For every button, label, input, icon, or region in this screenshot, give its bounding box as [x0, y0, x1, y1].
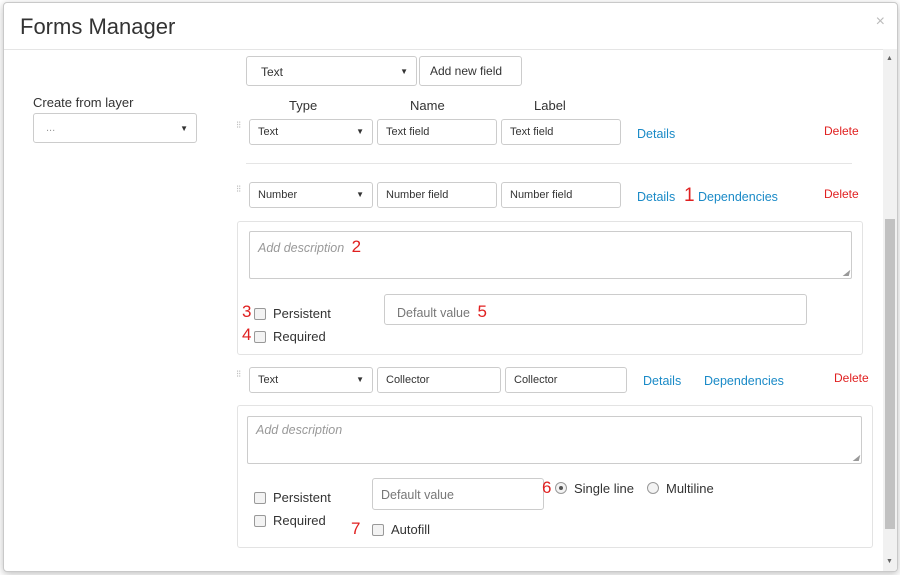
required-checkbox[interactable] — [254, 515, 266, 527]
field-name-input[interactable]: Number field — [377, 182, 497, 208]
chevron-down-icon: ▼ — [356, 190, 364, 199]
create-from-layer-value: ... — [46, 122, 56, 134]
new-field-type-select[interactable]: Text ▼ — [246, 56, 417, 86]
field-type-value: Text — [258, 374, 279, 386]
column-header-type: Type — [289, 98, 318, 113]
drag-handle-icon[interactable]: ⁝⁝ — [236, 121, 241, 137]
marker-7: 7 — [351, 519, 361, 538]
divider — [246, 163, 852, 164]
field-name-input[interactable]: Text field — [377, 119, 497, 145]
marker-6: 6 — [542, 478, 552, 497]
forms-manager-modal: Forms Manager × Create from layer ... ▼ … — [3, 2, 898, 572]
delete-link[interactable]: Delete — [834, 371, 869, 385]
marker-2: 2 — [351, 237, 362, 256]
delete-link[interactable]: Delete — [824, 187, 859, 201]
default-value-placeholder: Default value — [397, 306, 470, 320]
dependencies-link[interactable]: Dependencies — [704, 374, 784, 388]
single-line-label: Single line — [574, 481, 634, 496]
required-label: Required — [273, 513, 326, 528]
modal-header: Forms Manager × — [4, 3, 897, 50]
marker-1: 1 — [684, 185, 695, 206]
chevron-down-icon: ▼ — [400, 67, 408, 76]
field-type-select[interactable]: Text ▼ — [249, 367, 373, 393]
single-line-radio[interactable] — [555, 482, 567, 494]
field-details-panel: Add description ◢ Persistent Required De… — [237, 405, 873, 548]
description-placeholder: Add description — [256, 423, 343, 437]
new-field-type-value: Text — [261, 65, 284, 79]
description-textarea[interactable]: Add description ◢ — [247, 416, 862, 464]
field-type-value: Text — [258, 126, 279, 138]
default-value-placeholder: Default value — [381, 488, 454, 502]
resize-handle-icon[interactable]: ◢ — [853, 453, 859, 462]
field-name-input[interactable]: Collector — [377, 367, 501, 393]
persistent-label: Persistent — [273, 306, 331, 321]
drag-handle-icon[interactable]: ⁝⁝ — [236, 185, 241, 201]
chevron-down-icon: ▼ — [356, 375, 364, 384]
autofill-label: Autofill — [391, 522, 431, 537]
modal-title: Forms Manager — [20, 14, 176, 39]
field-label-input[interactable]: Text field — [501, 119, 621, 145]
default-value-input[interactable]: Default value — [372, 478, 544, 510]
dependencies-link[interactable]: Dependencies — [698, 190, 778, 204]
marker-3: 3 — [242, 302, 252, 321]
column-header-label: Label — [534, 98, 566, 113]
details-link[interactable]: Details — [637, 190, 675, 204]
details-link[interactable]: Details — [643, 374, 681, 388]
vertical-scrollbar[interactable]: ▲ ▼ — [883, 49, 897, 571]
chevron-down-icon: ▼ — [180, 124, 188, 133]
scrollbar-thumb[interactable] — [885, 219, 895, 529]
drag-handle-icon[interactable]: ⁝⁝ — [236, 370, 241, 386]
marker-5: 5 — [477, 302, 487, 321]
scroll-down-arrow-icon[interactable]: ▼ — [886, 558, 893, 565]
add-new-field-button[interactable]: Add new field — [419, 56, 522, 86]
persistent-checkbox[interactable] — [254, 492, 266, 504]
field-details-panel: Add description 2 ◢ 3 Persistent 4 Requi… — [237, 221, 863, 355]
resize-handle-icon[interactable]: ◢ — [843, 268, 849, 277]
create-from-layer-select[interactable]: ... ▼ — [33, 113, 197, 143]
column-header-name: Name — [410, 98, 445, 113]
close-icon[interactable]: × — [876, 13, 885, 31]
persistent-checkbox[interactable] — [254, 308, 266, 320]
multiline-radio[interactable] — [647, 482, 659, 494]
field-type-select[interactable]: Text ▼ — [249, 119, 373, 145]
delete-link[interactable]: Delete — [824, 124, 859, 138]
description-textarea[interactable]: Add description 2 ◢ — [249, 231, 852, 279]
field-type-select[interactable]: Number ▼ — [249, 182, 373, 208]
details-link[interactable]: Details — [637, 127, 675, 141]
marker-4: 4 — [242, 325, 252, 344]
description-placeholder: Add description — [258, 241, 345, 255]
field-label-input[interactable]: Collector — [505, 367, 627, 393]
chevron-down-icon: ▼ — [356, 127, 364, 136]
default-value-input[interactable]: Default value 5 — [384, 294, 807, 325]
required-checkbox[interactable] — [254, 331, 266, 343]
create-from-layer-label: Create from layer — [33, 95, 134, 110]
scroll-up-arrow-icon[interactable]: ▲ — [886, 55, 893, 62]
field-type-value: Number — [258, 189, 298, 201]
autofill-checkbox[interactable] — [372, 524, 384, 536]
persistent-label: Persistent — [273, 490, 331, 505]
field-label-input[interactable]: Number field — [501, 182, 621, 208]
multiline-label: Multiline — [666, 481, 714, 496]
required-label: Required — [273, 329, 326, 344]
